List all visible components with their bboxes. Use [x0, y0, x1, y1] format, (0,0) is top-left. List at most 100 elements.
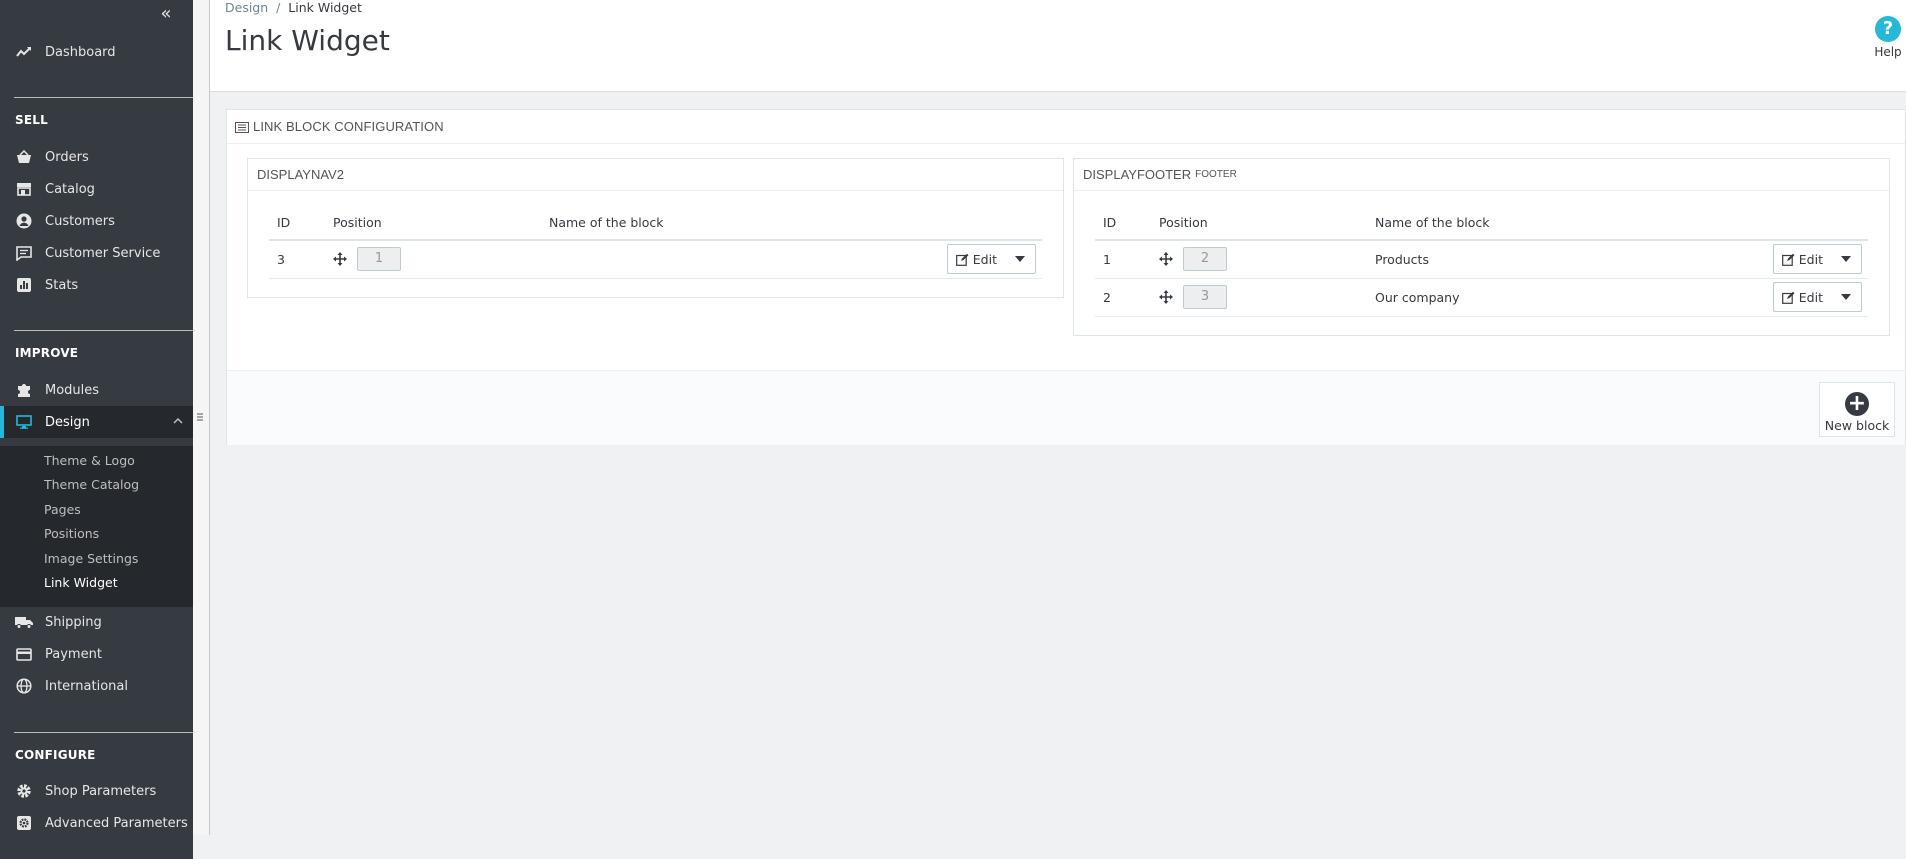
cell-position: 1: [333, 240, 549, 279]
link-block-configuration-panel: LINK BLOCK CONFIGURATION DISPLAYNAV2 ID …: [226, 109, 1906, 445]
caret-down-icon: [1841, 256, 1851, 263]
hook-heading: DISPLAYFOOTER FOOTER: [1074, 159, 1889, 191]
grip-icon: [196, 412, 204, 432]
sidebar-item-stats[interactable]: Stats: [0, 269, 193, 301]
divider: [14, 97, 193, 98]
design-submenu: Theme & Logo Theme Catalog Pages Positio…: [0, 446, 193, 607]
table-row: 1 2 Products Edit: [1095, 240, 1868, 279]
sidebar-item-advanced-parameters[interactable]: Advanced Parameters: [0, 807, 193, 839]
sidebar-item-label: Shipping: [45, 614, 102, 630]
actions-dropdown-toggle[interactable]: [1831, 245, 1861, 273]
column-header-id[interactable]: ID: [1095, 206, 1159, 241]
submenu-item-theme-catalog[interactable]: Theme Catalog: [44, 477, 139, 492]
bar-chart-icon: [15, 276, 33, 294]
sidebar-item-label: Design: [45, 414, 90, 430]
sidebar-item-label: Stats: [45, 277, 79, 293]
drag-handle-icon[interactable]: [1159, 290, 1173, 304]
edit-label: Edit: [1798, 251, 1823, 267]
cell-position: 3: [1159, 278, 1375, 317]
actions-dropdown-toggle[interactable]: [1005, 245, 1035, 273]
edit-icon: [1781, 291, 1795, 304]
column-header-position[interactable]: Position: [1159, 206, 1375, 241]
divider: [14, 732, 193, 733]
position-input[interactable]: 1: [356, 247, 401, 272]
sidebar-resize-handle[interactable]: [193, 0, 210, 835]
basket-icon: [15, 148, 33, 166]
cell-actions: Edit: [922, 240, 1042, 279]
drag-handle-icon[interactable]: [1159, 252, 1173, 267]
edit-button-group: Edit: [946, 244, 1036, 275]
section-title-configure: CONFIGURE: [15, 748, 96, 762]
edit-label: Edit: [972, 251, 997, 267]
column-header-name[interactable]: Name of the block: [549, 206, 922, 241]
edit-icon: [1781, 253, 1795, 266]
cell-actions: Edit: [1748, 240, 1868, 279]
sidebar-item-orders[interactable]: Orders: [0, 141, 193, 173]
sidebar-item-dashboard[interactable]: Dashboard: [0, 36, 193, 68]
help-button[interactable]: ? Help: [1870, 16, 1906, 59]
position-input[interactable]: 2: [1182, 247, 1227, 272]
sidebar-item-shipping[interactable]: Shipping: [0, 606, 193, 638]
sidebar-item-payment[interactable]: Payment: [0, 638, 193, 670]
chevron-up-icon: [173, 415, 183, 425]
edit-button[interactable]: Edit: [1774, 245, 1831, 273]
sidebar-item-label: Modules: [45, 382, 100, 398]
sidebar: « Dashboard SELL Orders Catalog Customer…: [0, 0, 193, 859]
chat-icon: [15, 244, 33, 262]
collapse-sidebar-icon[interactable]: «: [156, 4, 176, 24]
divider: [14, 330, 193, 331]
submenu-item-image-settings[interactable]: Image Settings: [44, 551, 138, 566]
caret-down-icon: [1015, 256, 1025, 263]
sidebar-item-modules[interactable]: Modules: [0, 374, 193, 406]
column-header-position[interactable]: Position: [333, 206, 549, 241]
sidebar-item-customer-service[interactable]: Customer Service: [0, 237, 193, 269]
gear-icon: [15, 782, 33, 800]
sidebar-item-label: Dashboard: [45, 44, 116, 60]
cell-actions: Edit: [1748, 278, 1868, 317]
hook-sub: FOOTER: [1195, 169, 1237, 180]
hook-panel-displayfooter: DISPLAYFOOTER FOOTER ID Position Name of…: [1073, 158, 1890, 336]
cell-id: 1: [1095, 240, 1159, 279]
sidebar-item-label: Customer Service: [45, 245, 161, 261]
hook-name: DISPLAYFOOTER: [1083, 167, 1192, 182]
gear-box-icon: [15, 814, 33, 832]
sidebar-item-label: International: [45, 678, 128, 694]
sidebar-item-shop-parameters[interactable]: Shop Parameters: [0, 775, 193, 807]
hook-name: DISPLAYNAV2: [257, 167, 344, 182]
cell-name: [549, 240, 922, 279]
caret-down-icon: [1841, 294, 1851, 300]
sidebar-item-label: Catalog: [45, 181, 95, 197]
edit-button[interactable]: Edit: [1774, 283, 1831, 311]
section-title-sell: SELL: [15, 113, 48, 127]
submenu-item-pages[interactable]: Pages: [44, 502, 81, 517]
sidebar-item-label: Advanced Parameters: [45, 815, 188, 831]
cell-name: Products: [1375, 240, 1748, 279]
user-circle-icon: [15, 212, 33, 230]
cell-id: 2: [1095, 278, 1159, 317]
drag-handle-icon[interactable]: [333, 252, 347, 267]
hook-panel-displaynav2: DISPLAYNAV2 ID Position Name of the bloc…: [247, 158, 1064, 298]
truck-icon: [15, 613, 33, 631]
new-block-button[interactable]: + New block: [1819, 382, 1895, 437]
submenu-item-positions[interactable]: Positions: [44, 526, 99, 541]
actions-dropdown-toggle[interactable]: [1831, 283, 1861, 311]
table-row: 2 3 Our company Edit: [1095, 278, 1868, 317]
sidebar-item-customers[interactable]: Customers: [0, 205, 193, 237]
submenu-item-theme-logo[interactable]: Theme & Logo: [44, 453, 135, 468]
panel-title: LINK BLOCK CONFIGURATION: [253, 119, 444, 134]
sidebar-item-design[interactable]: Design: [0, 406, 193, 438]
breadcrumb: Design / Link Widget: [225, 0, 362, 15]
submenu-item-link-widget[interactable]: Link Widget: [44, 575, 118, 590]
position-input[interactable]: 3: [1182, 285, 1227, 309]
sidebar-item-international[interactable]: International: [0, 670, 193, 702]
credit-card-icon: [15, 645, 33, 663]
help-label: Help: [1874, 45, 1902, 59]
breadcrumb-link-design[interactable]: Design: [225, 0, 268, 15]
breadcrumb-separator: /: [276, 0, 281, 15]
sidebar-item-catalog[interactable]: Catalog: [0, 173, 193, 205]
edit-button[interactable]: Edit: [948, 245, 1005, 273]
column-header-id[interactable]: ID: [269, 206, 333, 241]
column-header-name[interactable]: Name of the block: [1375, 206, 1748, 241]
new-block-label: New block: [1824, 418, 1890, 433]
link-block-table: ID Position Name of the block 3 1 Edit: [269, 206, 1042, 279]
